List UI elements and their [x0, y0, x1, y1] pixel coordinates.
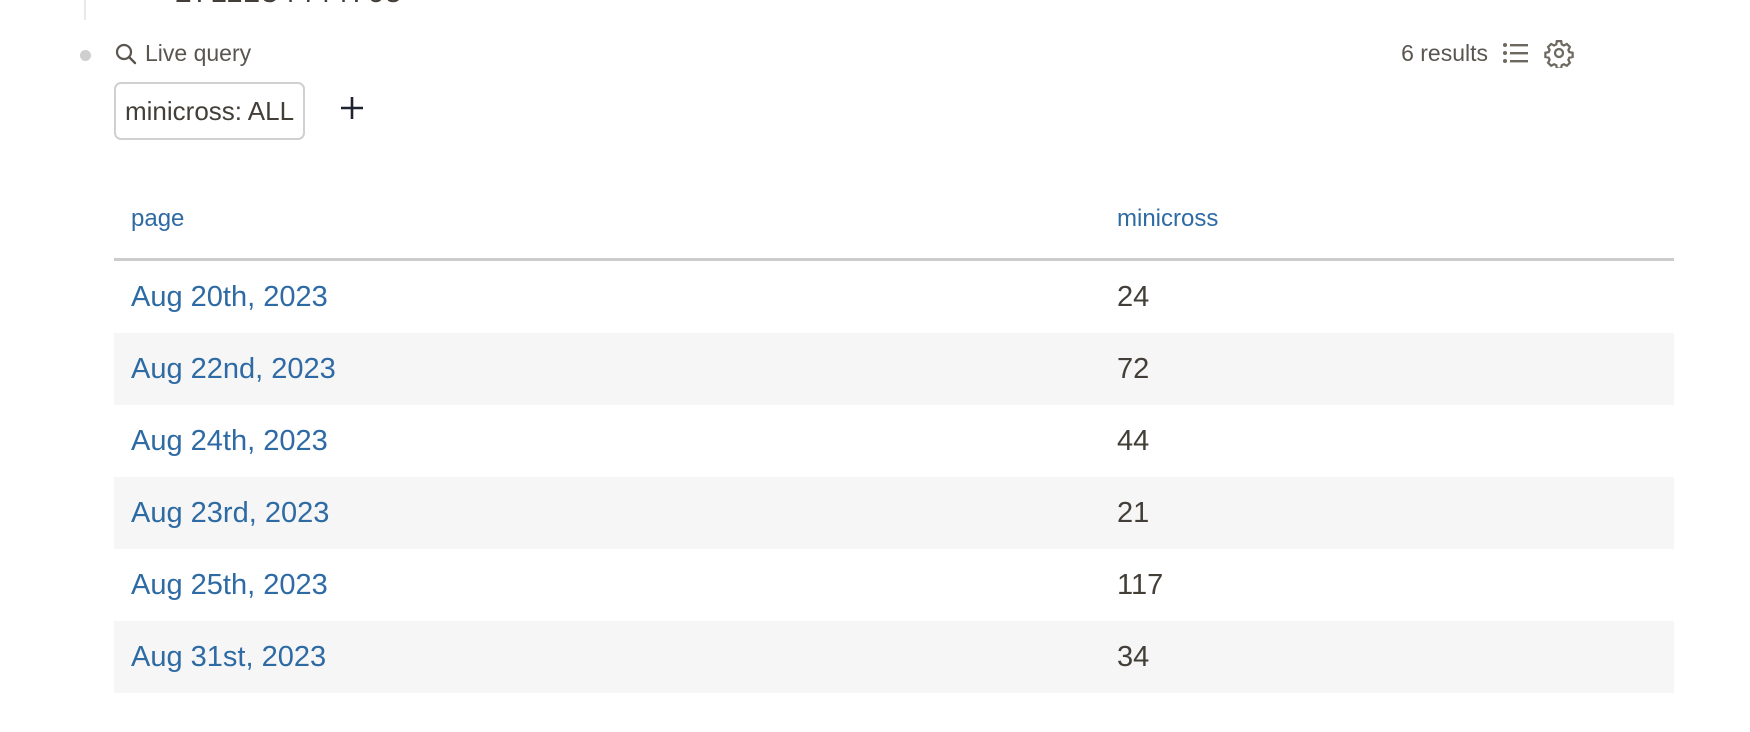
table-row: Aug 31st, 2023 34 — [114, 621, 1674, 693]
results-table: page minicross Aug 20th, 2023 24 Aug 22nd,… — [114, 180, 1674, 693]
page-link[interactable]: Aug 31st, 2023 — [114, 621, 1100, 693]
plus-icon[interactable] — [338, 94, 366, 122]
table-row: Aug 20th, 2023 24 — [114, 260, 1674, 334]
minicross-value: 34 — [1100, 621, 1674, 693]
page-link[interactable]: Aug 23rd, 2023 — [114, 477, 1100, 549]
page-link[interactable]: Aug 24th, 2023 — [114, 405, 1100, 477]
minicross-value: 72 — [1100, 333, 1674, 405]
minicross-value: 24 — [1117, 280, 1150, 313]
minicross-value: 44 — [1117, 424, 1150, 457]
search-icon — [115, 43, 137, 64]
table-row: Aug 22nd, 2023 72 — [114, 333, 1674, 405]
table-row: Aug 23rd, 2023 21 — [114, 477, 1674, 549]
filter-chip[interactable]: minicross: ALL — [114, 82, 306, 140]
table-row: Aug 24th, 2023 44 — [114, 405, 1674, 477]
page-link[interactable]: Aug 22nd, 2023 — [114, 333, 1100, 405]
list-icon[interactable] — [1502, 40, 1530, 66]
live-query-label: Live query — [145, 40, 252, 66]
page-link[interactable]: Aug 25th, 2023 — [114, 549, 1100, 621]
table-header-row: page minicross — [114, 180, 1674, 261]
minicross-value: 117 — [1117, 568, 1164, 601]
block-bullet[interactable] — [80, 50, 91, 61]
minicross-value: 21 — [1100, 477, 1674, 549]
results-count: 6 results — [1401, 39, 1488, 66]
results-bar: 6 results — [1401, 38, 1574, 68]
block-guide-line — [84, 0, 86, 20]
page-link[interactable]: Aug 20th, 2023 — [114, 260, 1100, 334]
live-query-header[interactable]: Live query — [115, 40, 251, 67]
column-header-minicross[interactable]: minicross — [1100, 180, 1674, 261]
table-row: Aug 25th, 2023 117 — [114, 549, 1674, 621]
gear-icon[interactable] — [1544, 38, 1574, 68]
previous-block-text: 2711234444765 — [175, 0, 403, 10]
column-header-page[interactable]: page — [114, 180, 1100, 261]
